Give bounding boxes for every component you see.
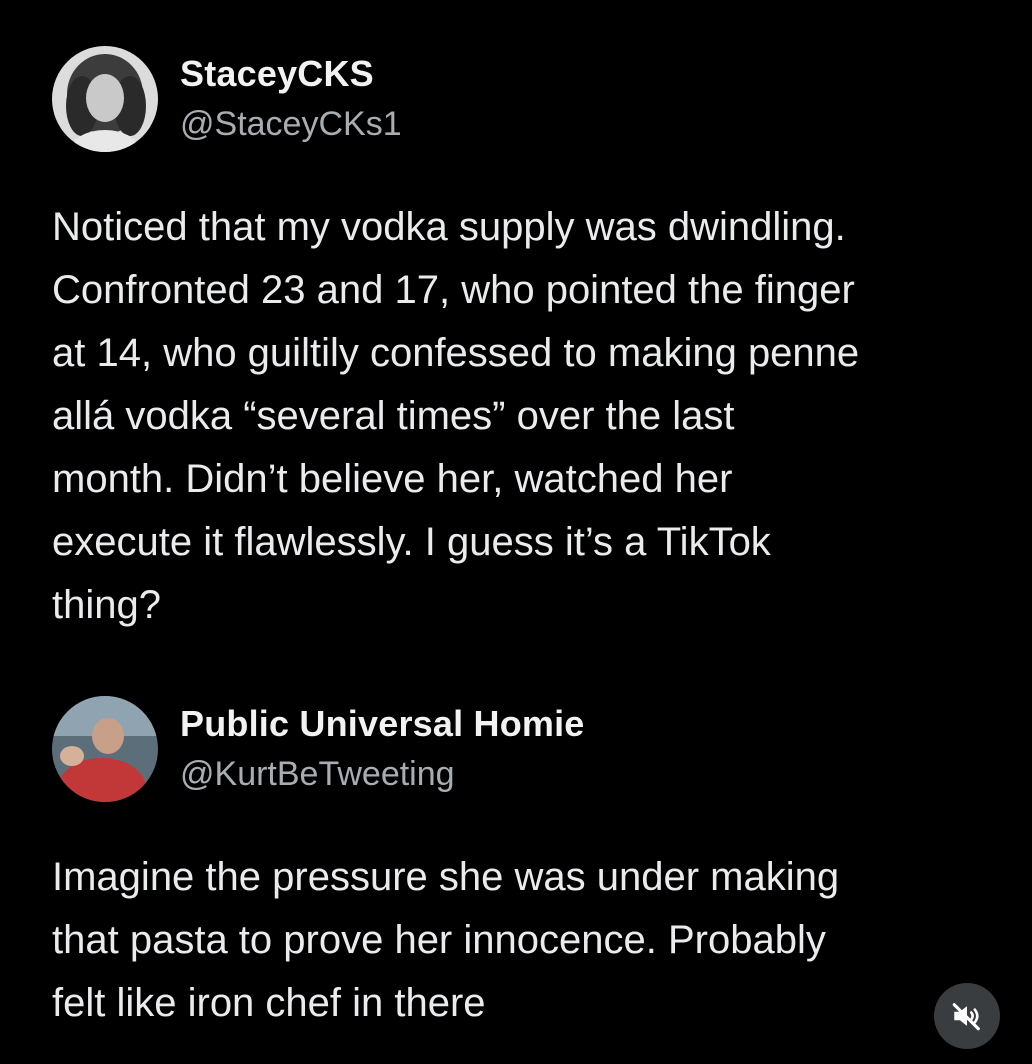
avatar[interactable] <box>52 696 158 802</box>
tweet-reply: Public Universal Homie @KurtBeTweeting I… <box>52 694 1012 1035</box>
mute-button[interactable] <box>934 983 1000 1049</box>
tweet-text: Noticed that my vodka supply was dwindli… <box>52 205 860 627</box>
tweet-text: Imagine the pressure she was under makin… <box>52 855 840 1025</box>
display-name[interactable]: StaceyCKS <box>180 52 402 96</box>
user-handle[interactable]: @StaceyCKs1 <box>180 102 402 146</box>
avatar[interactable] <box>52 46 158 152</box>
tweet-stacey: StaceyCKS @StaceyCKs1 Noticed that my vo… <box>52 44 1012 637</box>
user-handle[interactable]: @KurtBeTweeting <box>180 752 585 796</box>
speaker-muted-icon <box>952 1003 980 1031</box>
tweet-author[interactable]: Public Universal Homie @KurtBeTweeting <box>52 694 1012 804</box>
display-name[interactable]: Public Universal Homie <box>180 702 585 746</box>
tweet-author[interactable]: StaceyCKS @StaceyCKs1 <box>52 44 1012 154</box>
